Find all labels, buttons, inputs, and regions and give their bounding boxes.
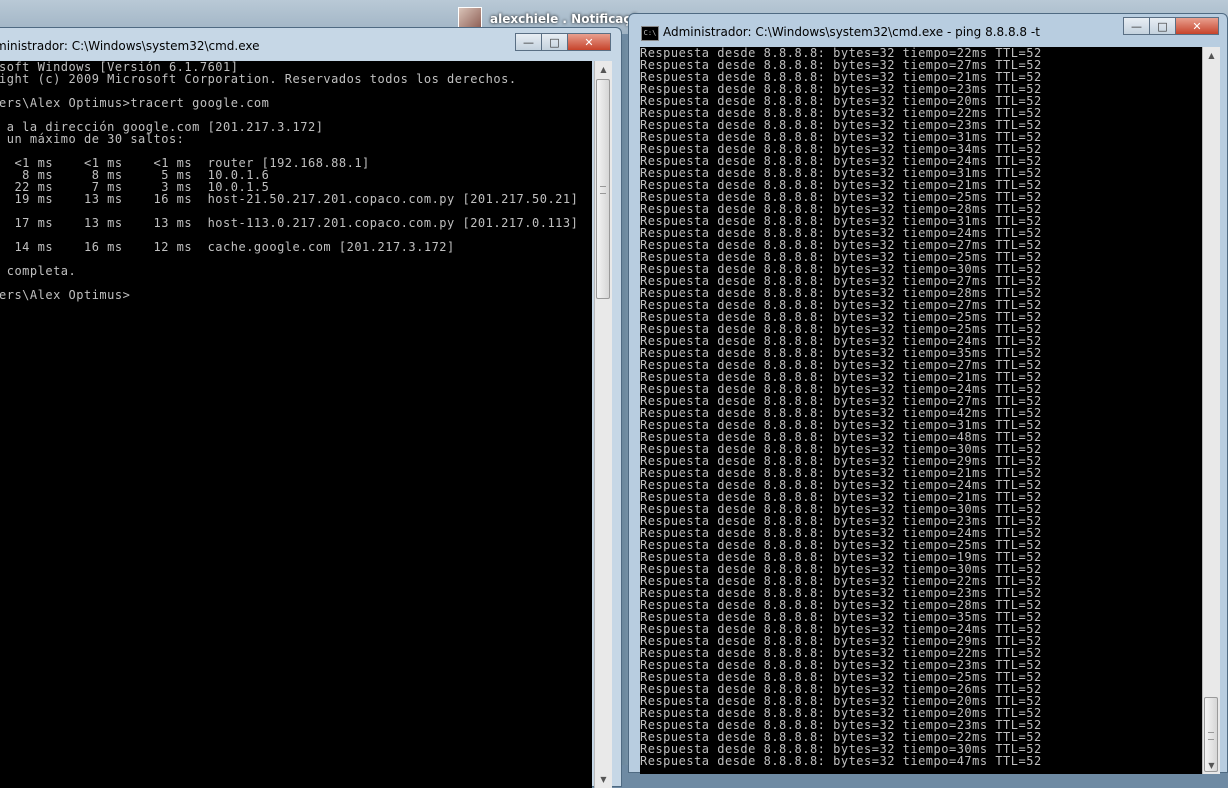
window-controls: — □ ✕ [515,33,611,51]
vertical-scrollbar[interactable]: ▲ ▼ [594,61,612,788]
scroll-thumb[interactable] [596,79,610,299]
right-cmd-window[interactable]: C:\ Administrador: C:\Windows\system32\c… [628,13,1228,774]
console-line: 14 ms 16 ms 12 ms cache.google.com [201.… [0,240,455,254]
window-title: Administrador: C:\Windows\system32\cmd.e… [663,25,1040,39]
vertical-scrollbar[interactable]: ▲ ▼ [1202,47,1220,774]
console-output[interactable]: soft Windows [Versión 6.1.7601] ight (c) … [0,61,592,788]
console-line: ight (c) 2009 Microsoft Corporation. Res… [0,72,517,86]
scroll-down-arrow-icon[interactable]: ▼ [595,771,612,788]
console-line: ers\Alex Optimus>tracert google.com [0,96,270,110]
console-line: Respuesta desde 8.8.8.8: bytes=32 tiempo… [640,754,1042,768]
window-title: ministrador: C:\Windows\system32\cmd.exe [0,39,260,53]
titlebar[interactable]: ministrador: C:\Windows\system32\cmd.exe… [0,28,621,58]
window-controls: — □ ✕ [1123,17,1219,35]
console-line: 17 ms 13 ms 13 ms host-113.0.217.201.cop… [0,216,579,230]
scroll-up-arrow-icon[interactable]: ▲ [595,61,612,78]
console-line: ers\Alex Optimus> [0,288,131,302]
scroll-down-arrow-icon[interactable]: ▼ [1203,757,1220,774]
minimize-button[interactable]: — [1123,17,1150,35]
grip-icon [600,186,606,194]
console-line: un máximo de 30 saltos: [0,132,185,146]
maximize-button[interactable]: □ [541,33,568,51]
left-cmd-window[interactable]: ministrador: C:\Windows\system32\cmd.exe… [0,27,622,788]
user-label: alexchiele . Notificaçõ [490,12,639,26]
scroll-up-arrow-icon[interactable]: ▲ [1203,47,1220,64]
cmd-icon: C:\ [641,26,659,41]
console-line: completa. [0,264,77,278]
console-output[interactable]: Respuesta desde 8.8.8.8: bytes=32 tiempo… [640,47,1202,774]
console-line: 19 ms 13 ms 16 ms host-21.50.217.201.cop… [0,192,579,206]
minimize-button[interactable]: — [515,33,542,51]
maximize-button[interactable]: □ [1149,17,1176,35]
grip-icon [1208,731,1214,740]
titlebar[interactable]: C:\ Administrador: C:\Windows\system32\c… [629,14,1227,44]
close-button[interactable]: ✕ [1175,17,1219,35]
close-button[interactable]: ✕ [567,33,611,51]
